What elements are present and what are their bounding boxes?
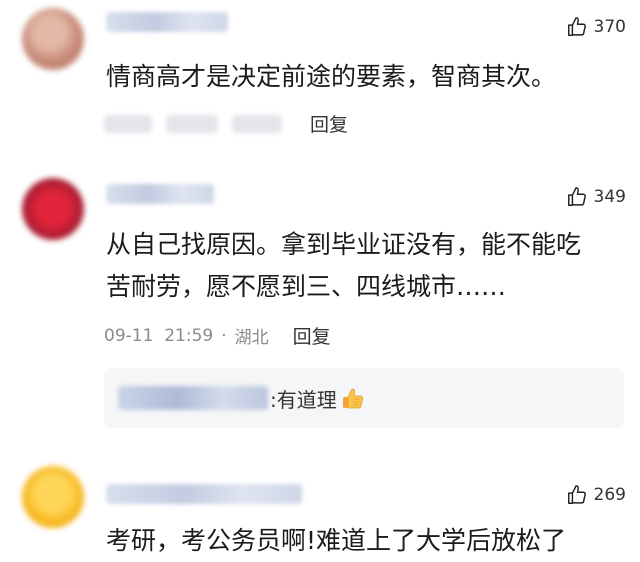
avatar[interactable]: [22, 466, 84, 528]
avatar[interactable]: [22, 178, 84, 240]
sub-reply[interactable]: :有道理: [104, 368, 624, 428]
like-count: 269: [593, 485, 626, 505]
comment-location: 湖北: [234, 328, 269, 348]
comment-datetime: 09-11 21:59: [104, 325, 214, 346]
meta-separator: ·: [221, 325, 227, 346]
sub-reply-username-blurred[interactable]: [118, 386, 268, 410]
like-button[interactable]: 269: [566, 484, 626, 506]
like-count: 370: [593, 17, 626, 37]
comment-text: 考研，考公务员啊!难道上了大学后放松了: [106, 526, 567, 555]
comment-text: 情商高才是决定前途的要素，智商其次。: [106, 62, 557, 91]
comment-text-line-1: 从自己找原因。拿到毕业证没有，能不能吃: [106, 230, 582, 259]
comment-meta: 09-11 21:59 · 湖北 回复: [104, 322, 331, 349]
like-button[interactable]: 349: [566, 186, 626, 208]
username-blurred[interactable]: [106, 484, 302, 504]
thumbs-up-icon: [567, 187, 586, 206]
sub-reply-text: :有道理: [270, 387, 337, 412]
date-blurred: [104, 114, 152, 133]
like-button[interactable]: 370: [566, 16, 626, 38]
comment-text: 从自己找原因。拿到毕业证没有，能不能吃 苦耐劳，愿不愿到三、四线城市……: [106, 224, 626, 308]
reply-button[interactable]: 回复: [310, 110, 348, 137]
time-blurred: [166, 114, 218, 133]
thumbs-up-emoji-icon: [342, 388, 363, 409]
reply-button[interactable]: 回复: [293, 322, 331, 349]
username-blurred[interactable]: [106, 184, 214, 204]
username-blurred[interactable]: [106, 12, 228, 32]
location-blurred: [232, 114, 282, 133]
like-count: 349: [593, 187, 626, 207]
comment-meta: 回复: [104, 110, 348, 137]
comment-text-line-2: 苦耐劳，愿不愿到三、四线城市……: [106, 272, 507, 301]
avatar[interactable]: [22, 8, 84, 70]
thumbs-up-icon: [567, 17, 586, 36]
thumbs-up-icon: [567, 485, 586, 504]
